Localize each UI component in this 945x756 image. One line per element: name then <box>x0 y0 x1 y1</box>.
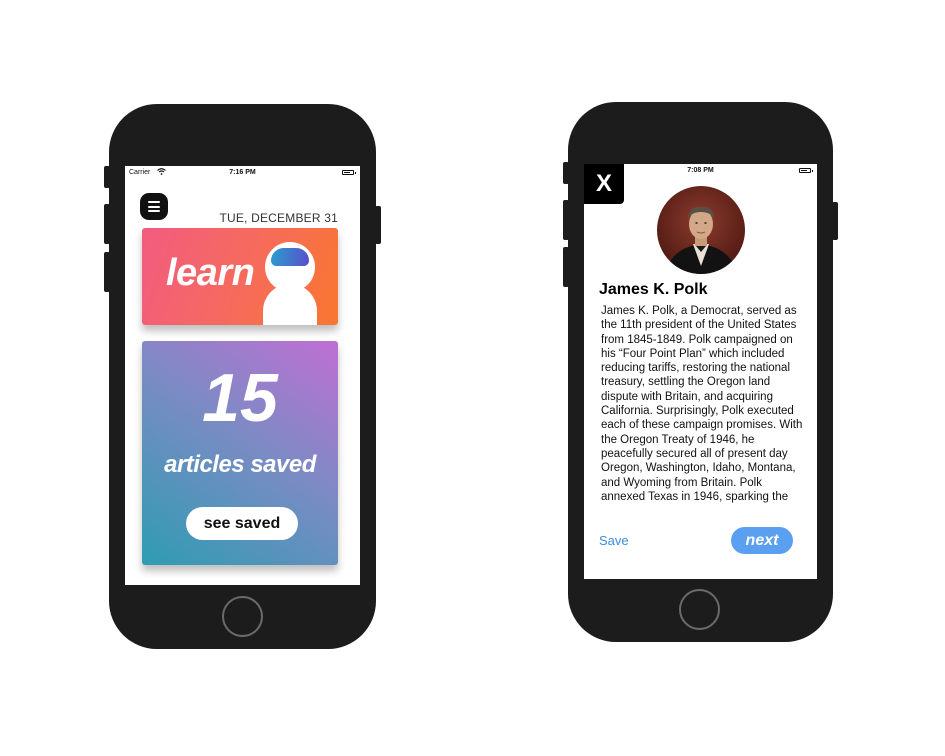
learn-card[interactable]: learn <box>142 228 338 325</box>
article-title: James K. Polk <box>599 281 708 298</box>
see-saved-button[interactable]: see saved <box>186 507 298 540</box>
saved-articles-card: 15 articles saved see saved <box>142 341 338 565</box>
right-screen: 7:08 PM X James K. Polk James K. Polk, a… <box>584 164 817 579</box>
power-button <box>832 202 838 240</box>
learn-label: learn <box>166 252 255 294</box>
right-phone-frame: 7:08 PM X James K. Polk James K. Polk, a… <box>563 102 838 642</box>
hamburger-menu-icon <box>148 201 160 203</box>
portrait-illustration <box>665 206 737 274</box>
battery-icon <box>799 168 813 173</box>
status-bar: Carrier 7:16 PM <box>125 166 360 180</box>
close-button[interactable]: X <box>584 164 624 204</box>
menu-button[interactable] <box>140 193 168 220</box>
left-screen: Carrier 7:16 PM TUE, DECEMBER 31 learn 1… <box>125 166 360 585</box>
volume-up-button <box>563 200 569 240</box>
portrait-image <box>657 186 745 274</box>
status-time: 7:16 PM <box>229 169 256 176</box>
volume-down-button <box>563 247 569 287</box>
next-button[interactable]: next <box>731 527 793 554</box>
article-body: James K. Polk, a Democrat, served as the… <box>601 305 803 503</box>
power-button <box>375 206 381 244</box>
home-button[interactable] <box>222 596 263 637</box>
volume-up-button <box>104 204 110 244</box>
volume-down-button <box>104 252 110 292</box>
home-button[interactable] <box>679 589 720 630</box>
mute-switch <box>104 166 110 188</box>
left-phone-frame: Carrier 7:16 PM TUE, DECEMBER 31 learn 1… <box>104 104 381 649</box>
current-date: TUE, DECEMBER 31 <box>219 211 338 225</box>
save-link[interactable]: Save <box>599 533 629 548</box>
mute-switch <box>563 162 569 184</box>
saved-label: articles saved <box>164 451 316 478</box>
battery-icon <box>342 170 356 175</box>
saved-count: 15 <box>202 360 278 436</box>
